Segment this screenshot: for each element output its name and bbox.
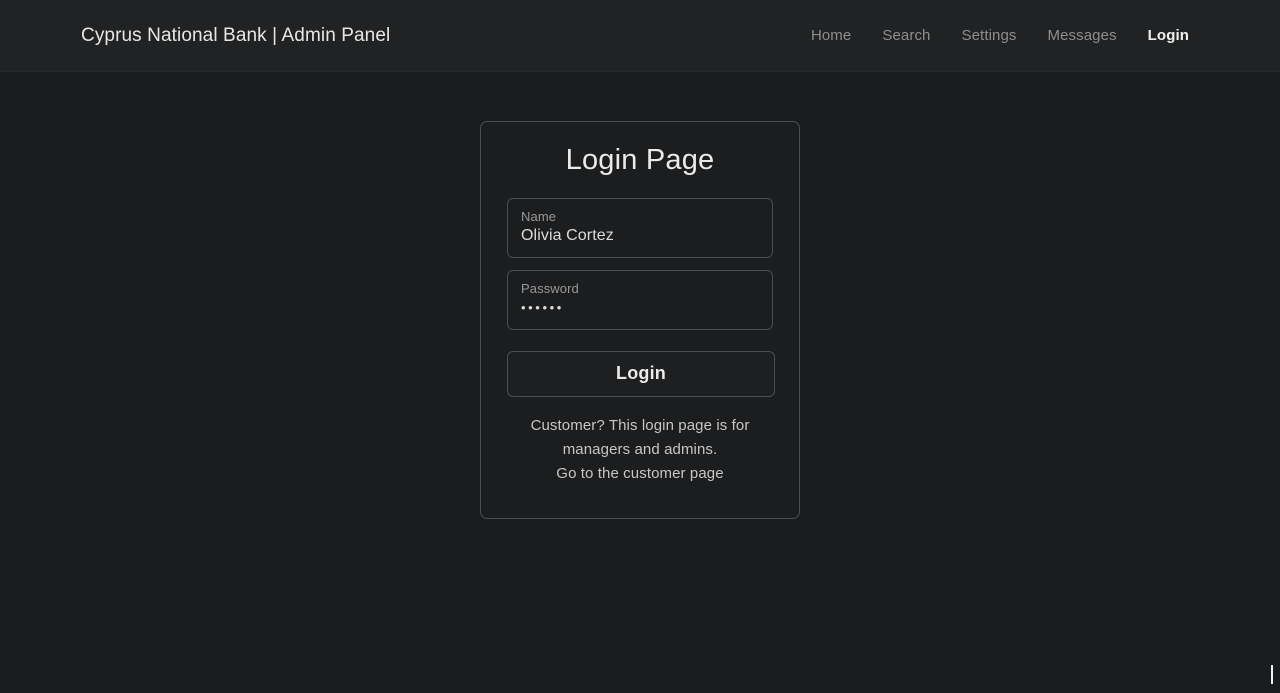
nav-link-messages[interactable]: Messages <box>1048 27 1117 44</box>
name-input-label: Name <box>521 208 759 225</box>
customer-page-link[interactable]: Go to the customer page <box>556 465 723 482</box>
top-navigation-bar: Cyprus National Bank | Admin Panel Home … <box>0 0 1280 72</box>
nav-links: Home Search Settings Messages Login <box>811 27 1189 44</box>
app-brand-title: Cyprus National Bank | Admin Panel <box>81 25 390 47</box>
main-content-area: Login Page Name Olivia Cortez Password •… <box>0 72 1280 692</box>
nav-link-search[interactable]: Search <box>882 27 930 44</box>
password-input-value[interactable]: •••••• <box>521 297 759 318</box>
nav-link-login[interactable]: Login <box>1148 27 1189 44</box>
nav-link-home[interactable]: Home <box>811 27 851 44</box>
login-form: Name Olivia Cortez Password •••••• Login… <box>507 198 773 486</box>
password-input[interactable]: Password •••••• <box>507 270 773 330</box>
card-footer: Customer? This login page is for manager… <box>507 414 773 486</box>
password-input-label: Password <box>521 280 759 297</box>
name-input-value[interactable]: Olivia Cortez <box>521 225 759 246</box>
login-card: Login Page Name Olivia Cortez Password •… <box>480 121 800 519</box>
customer-notice-text: Customer? This login page is for manager… <box>531 417 750 458</box>
text-cursor-caret <box>1271 665 1273 684</box>
login-submit-button[interactable]: Login <box>507 351 775 397</box>
page-title: Login Page <box>507 122 773 177</box>
nav-link-settings[interactable]: Settings <box>962 27 1017 44</box>
name-input[interactable]: Name Olivia Cortez <box>507 198 773 258</box>
